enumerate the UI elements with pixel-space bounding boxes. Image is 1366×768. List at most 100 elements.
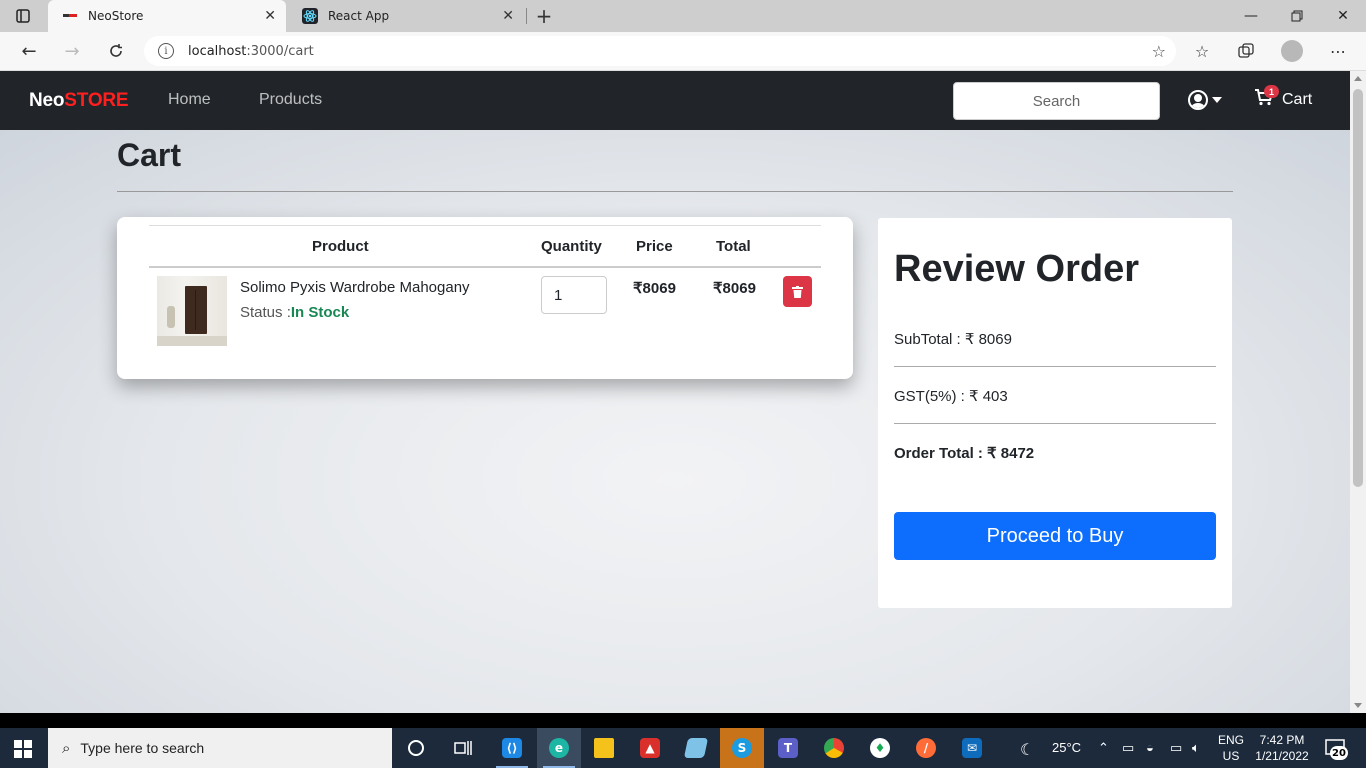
gst-text: GST(5%) : ₹ 403: [894, 388, 1008, 405]
profile-button[interactable]: [1278, 38, 1306, 64]
profile-avatar: [1281, 40, 1303, 62]
item-total: ₹8069: [713, 280, 756, 297]
delete-item-button[interactable]: [783, 276, 812, 307]
notification-count-badge: 20: [1330, 746, 1348, 760]
tab-title: React App: [328, 9, 390, 23]
tab-react-app[interactable]: React App ✕: [288, 0, 524, 32]
windows-start-icon[interactable]: [14, 740, 32, 758]
taskbar-app-notes[interactable]: [674, 728, 718, 768]
mongodb-icon: ♦: [870, 738, 890, 758]
order-total-text: Order Total : ₹ 8472: [894, 445, 1035, 462]
neostore-favicon: [62, 8, 78, 24]
lang-code: ENG: [1218, 733, 1245, 747]
refresh-button[interactable]: [101, 38, 131, 64]
title-divider: [117, 191, 1233, 192]
site-navbar: NeoSTORE Home Products Search 1 Cart: [0, 71, 1350, 130]
page-title: Cart: [117, 137, 182, 173]
tab-title: NeoStore: [88, 9, 144, 23]
close-tab-icon[interactable]: ✕: [264, 8, 276, 24]
page-content: Cart Product Quantity Price Total Solimo…: [0, 130, 1350, 713]
review-order-card: Review Order SubTotal : ₹ 8069 GST(5%) :…: [878, 218, 1232, 608]
col-header-quantity: Quantity: [541, 238, 602, 255]
scroll-up-icon[interactable]: [1354, 76, 1362, 81]
react-favicon: [302, 8, 318, 24]
minimize-button[interactable]: —: [1228, 0, 1274, 32]
cortana-icon: [408, 740, 424, 756]
subtotal-text: SubTotal : ₹ 8069: [894, 331, 1012, 348]
user-menu-dropdown[interactable]: [1188, 90, 1222, 110]
cortana-button[interactable]: [394, 728, 438, 768]
search-input[interactable]: Search: [953, 82, 1160, 120]
skype-icon: S: [732, 738, 752, 758]
cart-link[interactable]: 1 Cart: [1254, 85, 1313, 111]
taskbar-app-paint[interactable]: ▲: [628, 728, 672, 768]
tab-actions-button[interactable]: [0, 0, 46, 32]
restore-button[interactable]: [1274, 0, 1320, 32]
product-name[interactable]: Solimo Pyxis Wardrobe Mahogany: [240, 279, 470, 296]
scroll-down-icon[interactable]: [1354, 703, 1362, 708]
favorites-button[interactable]: ☆: [1188, 38, 1216, 64]
col-header-total: Total: [716, 238, 751, 255]
collections-button[interactable]: [1232, 38, 1260, 64]
proceed-to-buy-button[interactable]: Proceed to Buy: [894, 512, 1216, 560]
task-view-button[interactable]: [441, 728, 485, 768]
more-icon: ⋯: [1330, 41, 1346, 61]
nav-home-link[interactable]: Home: [168, 91, 211, 109]
taskbar-postman[interactable]: /: [904, 728, 948, 768]
add-favorite-icon[interactable]: ☆: [1152, 42, 1166, 61]
review-divider: [894, 366, 1216, 367]
taskbar-vscode[interactable]: ⟨⟩: [490, 728, 534, 768]
taskbar-search-input[interactable]: ⌕ Type here to search: [48, 728, 392, 768]
settings-menu-button[interactable]: ⋯: [1324, 38, 1352, 64]
cart-table-card: Product Quantity Price Total Solimo Pyxi…: [117, 217, 853, 379]
quantity-input[interactable]: [541, 276, 607, 314]
user-circle-icon: [1188, 90, 1208, 110]
brand-logo[interactable]: NeoSTORE: [29, 90, 129, 112]
address-bar: ← → i localhost:3000/cart ☆ ☆ ⋯: [0, 32, 1366, 71]
tab-separator: [526, 8, 527, 24]
taskbar-search-placeholder: Type here to search: [80, 740, 205, 756]
tray-device-icon[interactable]: ▭: [1122, 740, 1134, 756]
paint-icon: ▲: [640, 738, 660, 758]
language-indicator[interactable]: ENG US: [1218, 732, 1244, 764]
scrollbar-thumb[interactable]: [1353, 89, 1363, 487]
brand-neo: Neo: [29, 90, 65, 111]
tray-volume-icon[interactable]: 🔈︎: [1192, 740, 1200, 756]
tab-neostore[interactable]: NeoStore ✕: [48, 0, 286, 32]
browser-tab-bar: NeoStore ✕ React App ✕ + — ✕: [0, 0, 1366, 32]
caret-down-icon: [1212, 97, 1222, 103]
close-window-button[interactable]: ✕: [1320, 0, 1366, 32]
close-tab-icon[interactable]: ✕: [502, 8, 514, 24]
taskbar-file-explorer[interactable]: [582, 728, 626, 768]
taskbar-outlook[interactable]: ✉: [950, 728, 994, 768]
page-scrollbar[interactable]: [1350, 71, 1366, 713]
edge-icon: e: [549, 738, 569, 758]
product-status: Status :In Stock: [240, 304, 349, 321]
new-tab-button[interactable]: +: [532, 4, 556, 28]
product-image[interactable]: [157, 276, 227, 346]
taskbar-mongodb[interactable]: ♦: [858, 728, 902, 768]
notes-icon: [683, 738, 709, 758]
taskbar-clock[interactable]: 7:42 PM 1/21/2022: [1252, 732, 1312, 764]
weather-temp[interactable]: 25°C: [1052, 740, 1081, 755]
review-divider: [894, 423, 1216, 424]
col-header-product: Product: [312, 238, 369, 255]
nav-products-link[interactable]: Products: [259, 91, 322, 109]
taskbar-chrome[interactable]: [812, 728, 856, 768]
teams-icon: T: [778, 738, 798, 758]
taskbar-skype[interactable]: S: [720, 728, 764, 768]
cart-label: Cart: [1282, 90, 1313, 108]
tray-chevron-icon[interactable]: ⌃: [1098, 740, 1109, 756]
collections-icon: [1238, 43, 1254, 58]
back-button[interactable]: ←: [14, 38, 44, 64]
taskbar-edge[interactable]: e: [537, 728, 581, 768]
vscode-icon: ⟨⟩: [502, 738, 522, 758]
weather-icon[interactable]: ☾: [1020, 740, 1034, 760]
forward-button[interactable]: →: [57, 38, 87, 64]
tray-network-icon[interactable]: ◒: [1146, 740, 1154, 755]
site-info-icon[interactable]: i: [158, 43, 174, 59]
tray-battery-icon[interactable]: ▭: [1170, 740, 1182, 756]
brand-store: STORE: [64, 90, 129, 111]
url-input[interactable]: i localhost:3000/cart ☆: [144, 36, 1176, 66]
taskbar-teams[interactable]: T: [766, 728, 810, 768]
